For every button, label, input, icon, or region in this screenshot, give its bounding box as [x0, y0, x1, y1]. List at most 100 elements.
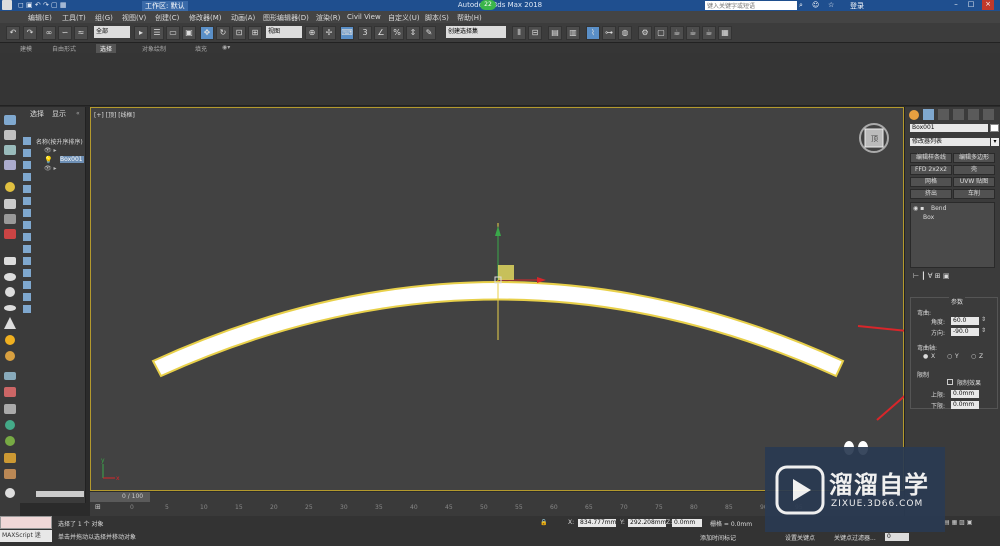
modify-tab-icon[interactable] [923, 109, 934, 120]
menu-animation[interactable]: 动画(A) [231, 13, 255, 23]
rendered-frame-icon[interactable]: ▢ [654, 26, 668, 40]
tab-modeling[interactable]: 建模 [20, 44, 32, 53]
curve-editor-icon[interactable]: ⌇ [586, 26, 600, 40]
radio-z[interactable]: ○ [971, 353, 976, 360]
radio-x[interactable]: ● [923, 353, 928, 360]
params-title[interactable]: 参数 [949, 297, 966, 306]
close-icon[interactable]: × [982, 0, 994, 10]
menu-modifiers[interactable]: 修改器(M) [189, 13, 222, 23]
scene-tab-select[interactable]: 选择 [30, 109, 44, 119]
left-toolbar-icons[interactable] [0, 107, 20, 527]
angle-snap-icon[interactable]: ∠ [374, 26, 388, 40]
align-icon[interactable]: ⊟ [528, 26, 542, 40]
scene-toolbar-icons[interactable] [22, 135, 32, 505]
percent-snap-icon[interactable]: % [390, 26, 404, 40]
motion-tab-icon[interactable] [953, 109, 964, 120]
btn-edit-poly[interactable]: 编辑多边形 [953, 153, 995, 163]
snap-toggle-icon[interactable]: 3 [358, 26, 372, 40]
bind-space-warp-icon[interactable]: ≈ [74, 26, 88, 40]
scene-node-icon[interactable]: 👁 ▸ [44, 147, 57, 154]
keyframe-icon[interactable]: ⊞ [95, 503, 101, 511]
modifier-list-dropdown[interactable]: 修改器列表 [910, 138, 990, 146]
move-icon[interactable]: ✥ [200, 26, 214, 40]
unlink-icon[interactable]: ∽ [58, 26, 72, 40]
favorites-icon[interactable]: ☆ [828, 1, 834, 9]
lock-icon[interactable]: 🔒 [540, 519, 547, 526]
search-input[interactable]: 键入关键字或短语 [705, 1, 797, 10]
scene-tab-display[interactable]: 显示 [52, 109, 66, 119]
lower-limit-field[interactable]: 0.0mm [951, 401, 979, 409]
maxscript-input[interactable]: MAXScript 迷 [0, 530, 52, 542]
a360-icon[interactable]: ▦ [718, 26, 732, 40]
maximize-icon[interactable]: □ [965, 0, 977, 10]
chevron-down-icon[interactable]: ▾ [991, 138, 999, 146]
toggle-ribbon-icon[interactable]: ▥ [566, 26, 580, 40]
scene-item-box001[interactable]: Box001 [60, 156, 84, 163]
x-coord-field[interactable]: 834.777mm [578, 519, 617, 527]
angle-spinner-icon[interactable]: ⇕ [981, 316, 986, 323]
placement-icon[interactable]: ⊞ [248, 26, 262, 40]
menu-group[interactable]: 组(G) [95, 13, 113, 23]
btn-lathe[interactable]: 车削 [953, 189, 995, 199]
object-color-swatch[interactable] [990, 124, 999, 132]
menu-edit[interactable]: 编辑(E) [28, 13, 52, 23]
hierarchy-tab-icon[interactable] [938, 109, 949, 120]
viewport-canvas[interactable]: 顶 y x [91, 108, 905, 492]
y-coord-field[interactable]: 292.208mm [628, 519, 667, 527]
stack-item-bend[interactable]: Bend [931, 205, 946, 212]
render-icon[interactable]: ☕ [670, 26, 684, 40]
edit-named-selection-icon[interactable]: ✎ [422, 26, 436, 40]
keyboard-shortcut-icon[interactable]: ⌨ [340, 26, 354, 40]
playback-icons[interactable]: ▤ ▦ ▨ ▣ [944, 519, 972, 526]
limit-effect-checkbox[interactable] [947, 379, 953, 385]
render-production-icon[interactable]: ☕ [702, 26, 716, 40]
collapse-icon[interactable]: « [76, 110, 80, 117]
select-by-name-icon[interactable]: ☰ [150, 26, 164, 40]
spinner-snap-icon[interactable]: ⇕ [406, 26, 420, 40]
btn-ffd[interactable]: FFD 2x2x2 [910, 165, 952, 175]
create-tab-icon[interactable] [909, 110, 919, 120]
material-editor-icon[interactable]: ◍ [618, 26, 632, 40]
selection-filter-dropdown[interactable]: 全部 [94, 26, 130, 38]
menu-civil-view[interactable]: Civil View [347, 13, 381, 21]
scene-list-header[interactable]: 名称(按升序排序) [36, 137, 86, 146]
maxscript-listener[interactable] [0, 516, 52, 529]
render-iterative-icon[interactable]: ☕ [686, 26, 700, 40]
menu-help[interactable]: 帮助(H) [457, 13, 482, 23]
undo-icon[interactable]: ↶ [6, 26, 20, 40]
scene-scrollbar[interactable] [36, 491, 84, 497]
scene-node-icon[interactable]: 👁 ▸ [44, 165, 57, 172]
redo-icon[interactable]: ↷ [23, 26, 37, 40]
btn-extrude[interactable]: 挤出 [910, 189, 952, 199]
angle-field[interactable]: 60.0 [951, 317, 979, 325]
tab-populate[interactable]: 填充 [195, 44, 207, 53]
menu-rendering[interactable]: 渲染(R) [316, 13, 340, 23]
region-select-icon[interactable]: ▭ [166, 26, 180, 40]
btn-mesh[interactable]: 网格 [910, 177, 952, 187]
menu-tools[interactable]: 工具(T) [62, 13, 86, 23]
menu-customize[interactable]: 自定义(U) [388, 13, 420, 23]
viewport-top[interactable]: [+] [顶] [线框] 顶 y x [90, 107, 905, 492]
frame-field[interactable]: 0 [885, 533, 909, 541]
light-bulb-icon[interactable]: 💡 [44, 156, 53, 164]
link-icon[interactable]: ∞ [42, 26, 56, 40]
tab-object-paint[interactable]: 对象绘制 [142, 44, 166, 53]
mirror-icon[interactable]: ⫴ [512, 26, 526, 40]
tab-freeform[interactable]: 自由形式 [52, 44, 76, 53]
menu-create[interactable]: 创建(C) [155, 13, 179, 23]
utilities-tab-icon[interactable] [983, 109, 994, 120]
select-object-icon[interactable]: ▸ [134, 26, 148, 40]
menu-view[interactable]: 视图(V) [122, 13, 146, 23]
named-selection-dropdown[interactable]: 创建选择集 [446, 26, 506, 38]
notification-badge[interactable]: 22 [480, 0, 496, 10]
stack-item-box[interactable]: Box [923, 214, 934, 221]
object-name-field[interactable]: Box001 [910, 124, 988, 132]
account-icon[interactable]: ☺ [812, 1, 819, 9]
pivot-icon[interactable]: ⊕ [305, 26, 319, 40]
btn-shell[interactable]: 壳 [953, 165, 995, 175]
window-crossing-icon[interactable]: ▣ [182, 26, 196, 40]
btn-uvw-map[interactable]: UVW 贴图 [953, 177, 995, 187]
key-filters-button[interactable]: 关键点过滤器... [834, 533, 876, 542]
menu-scripting[interactable]: 脚本(S) [425, 13, 449, 23]
rotate-icon[interactable]: ↻ [216, 26, 230, 40]
